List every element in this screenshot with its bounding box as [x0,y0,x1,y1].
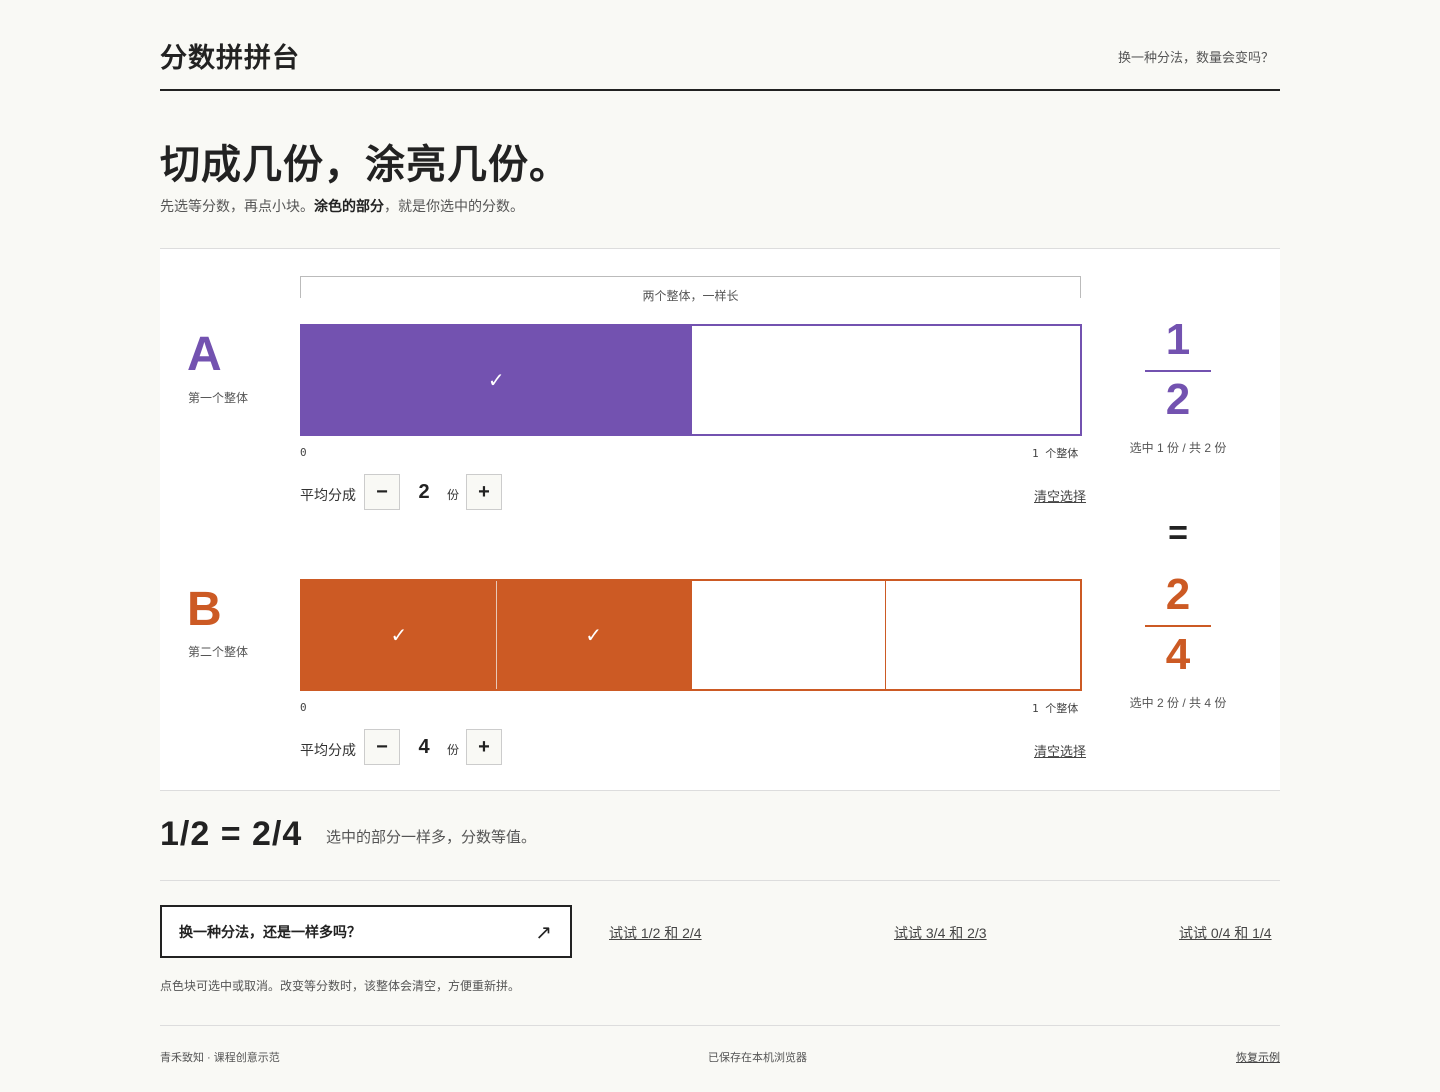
whole-a-segment[interactable]: ✓ [302,326,691,434]
whole-a-numerator: 1 [1165,315,1191,364]
divider [160,880,1280,881]
same-length-label: 两个整体，一样长 [642,289,739,303]
footer-credit: 青禾致知 · 课程创意示范 [160,1052,280,1064]
footer-save-status: 已保存在本机浏览器 [708,1052,807,1064]
whole-b-bar: ✓ ✓ [300,579,1082,691]
hero-title: 切成几份，涂亮几份。 [160,143,570,187]
whole-b-name: 第二个整体 [188,645,249,659]
challenge-label: 换一种分法，还是一样多吗？ [179,924,361,940]
fraction-panel: 两个整体，一样长 A 第一个整体 ✓ 0 1 个整体 平均分成 − 2 份 + … [160,248,1280,791]
whole-a-plus-button[interactable]: + [466,474,502,510]
whole-a-count-unit: 份 [447,488,460,502]
whole-b-count: 4 [418,736,430,758]
hero-sub-pre: 先选等分数，再点小块。 [160,198,314,214]
whole-a-denominator: 2 [1165,375,1191,424]
whole-a-clear-link[interactable]: 清空选择 [1034,486,1086,505]
whole-b-caption: 选中 2 份 / 共 4 份 [1129,696,1227,710]
footer-divider [160,1025,1280,1026]
whole-a-scale-end: 1 个整体 [1032,447,1079,460]
whole-b-segment[interactable] [885,581,1080,689]
hero-sub-post: ，就是你选中的分数。 [384,198,524,214]
check-icon: ✓ [390,624,408,647]
whole-b-scale-end: 1 个整体 [1032,702,1079,715]
whole-b-ctrl-label: 平均分成 [300,742,356,758]
whole-b-plus-button[interactable]: + [466,729,502,765]
whole-a-minus-button[interactable]: − [364,474,400,510]
whole-b-denominator: 4 [1165,630,1191,679]
hero-subtitle: 先选等分数，再点小块。涂色的部分，就是你选中的分数。 [160,196,524,216]
whole-b-minus-button[interactable]: − [364,729,400,765]
equals-sign: = [1168,514,1188,552]
whole-a-caption: 选中 1 份 / 共 2 份 [1129,441,1227,455]
whole-a-segment[interactable] [690,326,1081,434]
try-link-1[interactable]: 试试 1/2 和 2/4 [609,923,702,943]
whole-b-letter: B [187,583,222,636]
check-icon: ✓ [487,369,505,392]
hero-sub-bold: 涂色的部分 [314,198,384,214]
whole-a-scale-start: 0 [300,446,307,459]
arrow-icon: ↗ [535,922,552,944]
header: 分数拼拼台 换一种分法，数量会变吗？ [160,30,1280,91]
try-link-2[interactable]: 试试 3/4 和 2/3 [894,923,987,943]
challenge-button[interactable]: 换一种分法，还是一样多吗？ ↗ [160,905,572,958]
whole-a-count: 2 [418,481,430,503]
whole-b-clear-link[interactable]: 清空选择 [1034,741,1086,760]
whole-b-count-unit: 份 [447,743,460,757]
brand-title: 分数拼拼台 [160,43,300,73]
result-text: 选中的部分一样多，分数等值。 [326,829,537,846]
whole-b-segment[interactable]: ✓ [495,581,691,689]
try-link-3[interactable]: 试试 0/4 和 1/4 [1179,923,1272,943]
same-length-bracket: 两个整体，一样长 [300,276,1081,303]
whole-a-letter: A [187,328,222,381]
restore-example-link[interactable]: 恢复示例 [1236,1049,1280,1065]
header-link[interactable]: 换一种分法，数量会变吗？ [1118,47,1274,66]
whole-a-name: 第一个整体 [188,391,249,405]
check-icon: ✓ [585,624,602,647]
whole-a-ctrl-label: 平均分成 [300,487,356,503]
whole-b-segment[interactable]: ✓ [302,581,496,689]
whole-b-numerator: 2 [1165,570,1191,619]
hint-note: 点色块可选中或取消。改变等分数时，该整体会清空，方便重新拼。 [160,979,521,993]
whole-b-scale-start: 0 [300,701,307,714]
whole-a-fraction-line [1145,370,1211,372]
whole-b-segment[interactable] [690,581,886,689]
whole-a-bar: ✓ [300,324,1082,436]
whole-b-fraction-line [1145,625,1211,627]
result-equation: 1/2 = 2/4 [160,815,303,853]
